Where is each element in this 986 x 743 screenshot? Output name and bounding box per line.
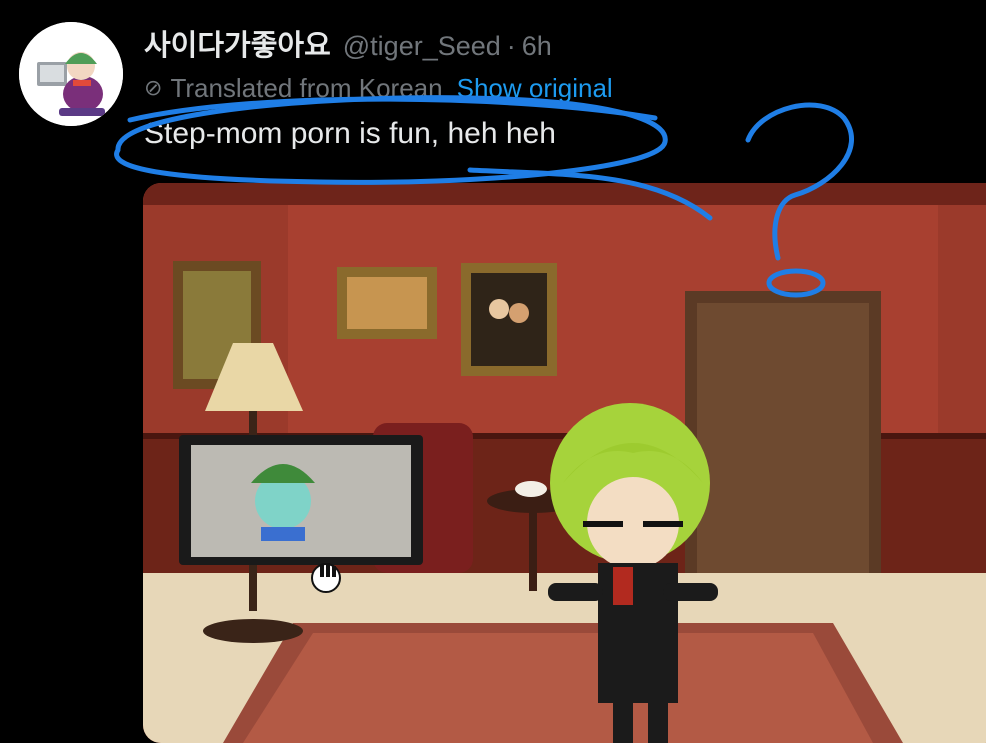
hand-cursor-icon xyxy=(311,563,341,593)
profile-avatar[interactable] xyxy=(19,22,123,126)
game-scene-illustration xyxy=(143,183,986,743)
show-original-link[interactable]: Show original xyxy=(457,73,613,104)
tweet-media-image[interactable] xyxy=(143,183,986,743)
translate-icon: ⊘ xyxy=(144,75,163,101)
user-handle[interactable]: @tiger_Seed xyxy=(343,31,501,62)
translated-note: Translated from Korean xyxy=(170,72,443,103)
translation-row: ⊘ Translated from Korean Show original xyxy=(144,72,613,104)
avatar-illustration xyxy=(19,22,123,126)
tweet-header: 사이다가좋아요 @tiger_Seed · 6h xyxy=(144,22,552,62)
timestamp[interactable]: 6h xyxy=(522,31,552,62)
display-name[interactable]: 사이다가좋아요 xyxy=(144,22,331,64)
separator-dot: · xyxy=(506,31,516,61)
tweet-text: Step-mom porn is fun, heh heh xyxy=(144,117,556,150)
